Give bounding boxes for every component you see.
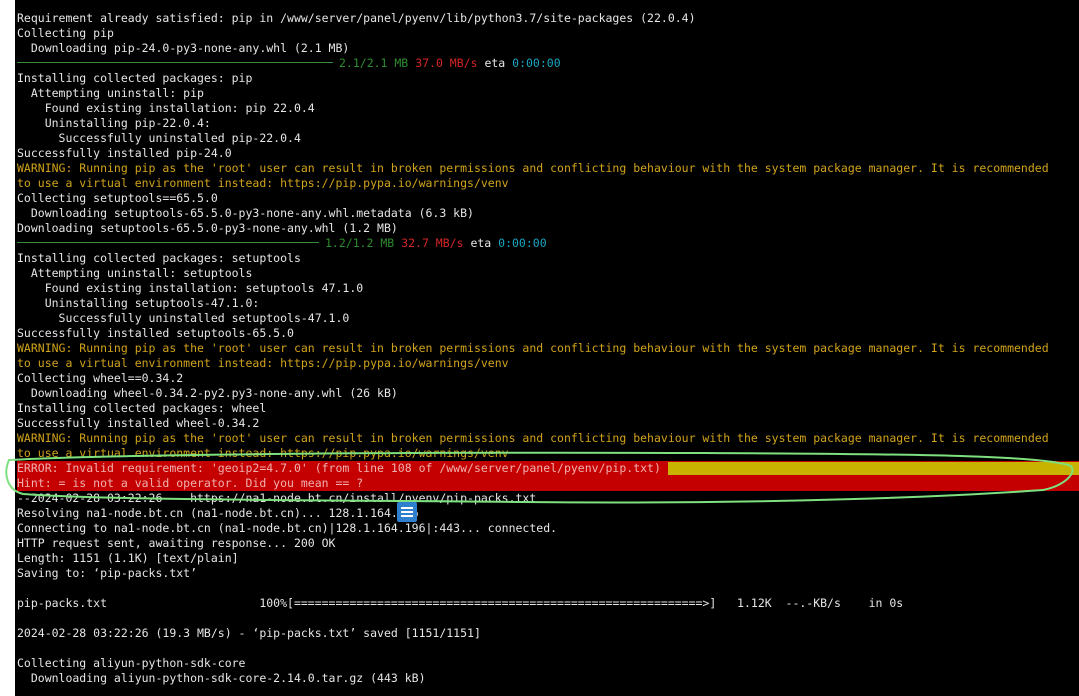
terminal-line: 1.2/1.2 MB 32.7 MB/s eta 0:00:00 (17, 236, 1079, 251)
line-text: Downloading setuptools-65.5.0-py3-none-a… (17, 206, 474, 220)
terminal-line: Successfully uninstalled pip-22.0.4 (17, 131, 1079, 146)
line-text: WARNING: Running pip as the 'root' user … (17, 341, 1049, 355)
line-text: Downloading aliyun-python-sdk-core-2.14.… (17, 671, 426, 685)
terminal-line: 2024-02-28 03:22:26 (19.3 MB/s) - ‘pip-p… (17, 626, 1079, 641)
line-text: WARNING: Running pip as the 'root' user … (17, 161, 1049, 175)
terminal-line: Saving to: ‘pip-packs.txt’ (17, 566, 1079, 581)
terminal-line: Collecting wheel==0.34.2 (17, 371, 1079, 386)
terminal-line: Length: 1151 (1.1K) [text/plain] (17, 551, 1079, 566)
terminal-line: Downloading aliyun-python-sdk-core-2.14.… (17, 671, 1079, 686)
terminal-line: Attempting uninstall: setuptools (17, 266, 1079, 281)
progress-eta-label: eta (484, 56, 506, 70)
progress-speed: 37.0 MB/s (415, 56, 478, 70)
terminal-window[interactable]: Requirement already satisfied: pip in /w… (15, 0, 1079, 696)
terminal-line: Found existing installation: setuptools … (17, 281, 1079, 296)
terminal-line: Successfully installed wheel-0.34.2 (17, 416, 1079, 431)
progress-eta: 0:00:00 (512, 56, 561, 70)
line-text: Installing collected packages: setuptool… (17, 251, 301, 265)
terminal-line: Installing collected packages: pip (17, 71, 1079, 86)
line-text: Successfully uninstalled pip-22.0.4 (17, 131, 301, 145)
error-text: Hint: = is not a valid operator. Did you… (17, 476, 364, 490)
line-text: Installing collected packages: wheel (17, 401, 267, 415)
error-text: ERROR: Invalid requirement: 'geoip2=4.7.… (17, 461, 661, 475)
download-progress-bar (17, 62, 333, 63)
line-text: Length: 1151 (1.1K) [text/plain] (17, 551, 239, 565)
terminal-line: 2.1/2.1 MB 37.0 MB/s eta 0:00:00 (17, 56, 1079, 71)
line-text: Uninstalling setuptools-47.1.0: (17, 296, 260, 310)
terminal-line: Collecting setuptools==65.5.0 (17, 191, 1079, 206)
line-text: Found existing installation: pip 22.0.4 (17, 101, 315, 115)
terminal-line: Resolving na1-node.bt.cn (na1-node.bt.cn… (17, 506, 1079, 521)
progress-eta-label: eta (470, 236, 492, 250)
terminal-output: Requirement already satisfied: pip in /w… (17, 11, 1079, 686)
terminal-line: to use a virtual environment instead: ht… (17, 446, 1079, 461)
progress-progress: 2.1/2.1 MB (339, 56, 409, 70)
line-text: 2024-02-28 03:22:26 (19.3 MB/s) - ‘pip-p… (17, 626, 481, 640)
terminal-line: to use a virtual environment instead: ht… (17, 356, 1079, 371)
line-text: Collecting pip (17, 26, 114, 40)
line-text: Uninstalling pip-22.0.4: (17, 116, 211, 130)
terminal-line: ERROR: Invalid requirement: 'geoip2=4.7.… (17, 461, 1079, 476)
line-text: Collecting wheel==0.34.2 (17, 371, 184, 385)
terminal-line: Collecting aliyun-python-sdk-core (17, 656, 1079, 671)
line-text: Requirement already satisfied: pip in /w… (17, 11, 696, 25)
terminal-line: Successfully uninstalled setuptools-47.1… (17, 311, 1079, 326)
terminal-line: Downloading pip-24.0-py3-none-any.whl (2… (17, 41, 1079, 56)
line-text: Found existing installation: setuptools … (17, 281, 364, 295)
terminal-line: HTTP request sent, awaiting response... … (17, 536, 1079, 551)
terminal-line: pip-packs.txt 100%[=====================… (17, 596, 1079, 611)
terminal-line: WARNING: Running pip as the 'root' user … (17, 341, 1079, 356)
terminal-line: Installing collected packages: setuptool… (17, 251, 1079, 266)
line-text: to use a virtual environment instead: ht… (17, 446, 509, 460)
selection-highlight (668, 462, 1079, 475)
terminal-line: Downloading setuptools-65.5.0-py3-none-a… (17, 206, 1079, 221)
line-text: --2024-02-28 03:22:26-- https://na1-node… (17, 491, 537, 505)
line-text: pip-packs.txt 100%[=====================… (17, 596, 904, 610)
line-text: to use a virtual environment instead: ht… (17, 356, 509, 370)
line-text: Successfully uninstalled setuptools-47.1… (17, 311, 350, 325)
terminal-line: WARNING: Running pip as the 'root' user … (17, 161, 1079, 176)
line-text: Downloading wheel-0.34.2-py2.py3-none-an… (17, 386, 398, 400)
terminal-line: Successfully installed setuptools-65.5.0 (17, 326, 1079, 341)
line-text: Collecting aliyun-python-sdk-core (17, 656, 246, 670)
line-text: Collecting setuptools==65.5.0 (17, 191, 218, 205)
line-text: Resolving na1-node.bt.cn (na1-node.bt.cn… (17, 506, 419, 520)
progress-progress: 1.2/1.2 MB (325, 236, 395, 250)
terminal-line: Downloading wheel-0.34.2-py2.py3-none-an… (17, 386, 1079, 401)
progress-eta: 0:00:00 (498, 236, 547, 250)
line-text: to use a virtual environment instead: ht… (17, 176, 509, 190)
terminal-line: Requirement already satisfied: pip in /w… (17, 11, 1079, 26)
line-text: Downloading setuptools-65.5.0-py3-none-a… (17, 221, 398, 235)
terminal-line: Collecting pip (17, 26, 1079, 41)
terminal-line: Uninstalling pip-22.0.4: (17, 116, 1079, 131)
line-text: Successfully installed wheel-0.34.2 (17, 416, 260, 430)
terminal-line: to use a virtual environment instead: ht… (17, 176, 1079, 191)
terminal-line: Attempting uninstall: pip (17, 86, 1079, 101)
terminal-line: Downloading setuptools-65.5.0-py3-none-a… (17, 221, 1079, 236)
terminal-line: Found existing installation: pip 22.0.4 (17, 101, 1079, 116)
terminal-line: Connecting to na1-node.bt.cn (na1-node.b… (17, 521, 1079, 536)
terminal-line: Installing collected packages: wheel (17, 401, 1079, 416)
terminal-line: WARNING: Running pip as the 'root' user … (17, 431, 1079, 446)
terminal-line: Successfully installed pip-24.0 (17, 146, 1079, 161)
progress-speed: 32.7 MB/s (401, 236, 464, 250)
line-text: Successfully installed setuptools-65.5.0 (17, 326, 294, 340)
terminal-line: Hint: = is not a valid operator. Did you… (17, 476, 1079, 491)
line-text: Saving to: ‘pip-packs.txt’ (17, 566, 198, 580)
line-text: Successfully installed pip-24.0 (17, 146, 232, 160)
line-text: WARNING: Running pip as the 'root' user … (17, 431, 1049, 445)
terminal-line: Uninstalling setuptools-47.1.0: (17, 296, 1079, 311)
line-text: Attempting uninstall: setuptools (17, 266, 253, 280)
line-text: HTTP request sent, awaiting response... … (17, 536, 336, 550)
line-text: Connecting to na1-node.bt.cn (na1-node.b… (17, 521, 558, 535)
terminal-line: --2024-02-28 03:22:26-- https://na1-node… (17, 491, 1079, 506)
line-text: Attempting uninstall: pip (17, 86, 204, 100)
download-progress-bar (17, 242, 319, 243)
line-text: Installing collected packages: pip (17, 71, 253, 85)
line-text: Downloading pip-24.0-py3-none-any.whl (2… (17, 41, 350, 55)
